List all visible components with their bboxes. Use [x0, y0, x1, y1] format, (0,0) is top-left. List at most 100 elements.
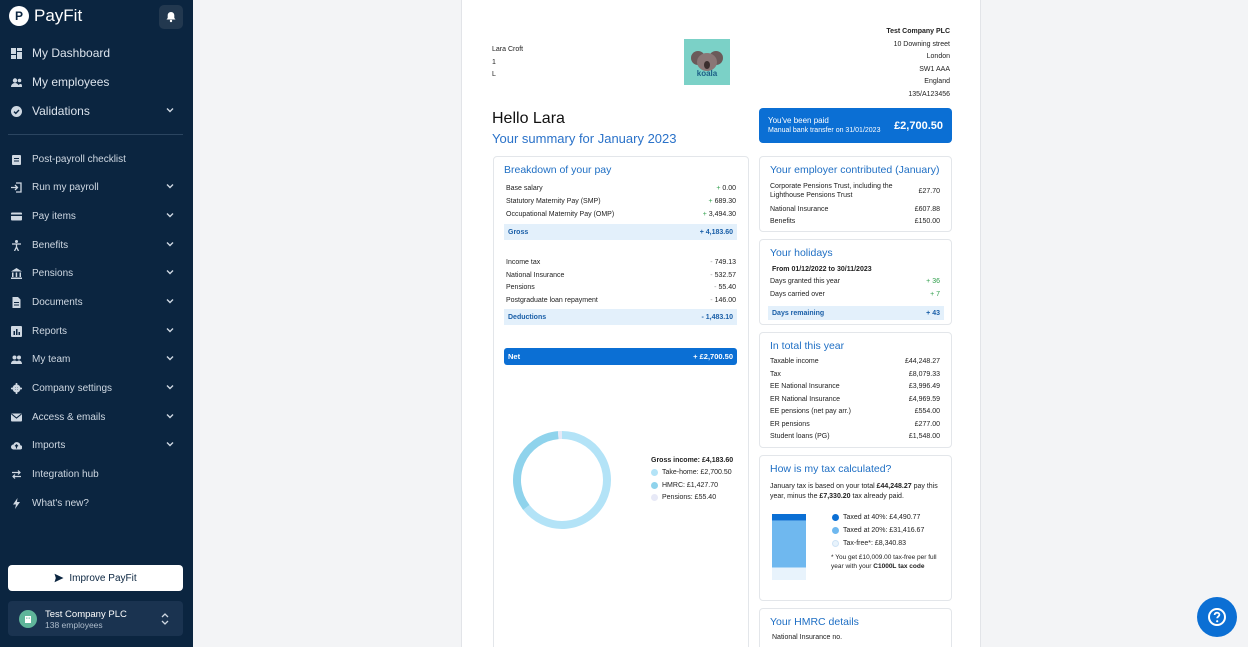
sidebar-item-my-dashboard[interactable]: My Dashboard	[0, 42, 193, 64]
row-value: £3,996.49	[908, 383, 940, 390]
row-value: + 36	[926, 278, 940, 285]
legend-label: Taxed at 20%: £31,416.67	[843, 527, 925, 534]
legend-swatch	[832, 527, 839, 534]
paid-amount: £2,700.50	[894, 120, 943, 132]
tax-bands-bar-chart	[772, 514, 806, 580]
sidebar-item-company-settings[interactable]: Company settings	[0, 377, 193, 399]
sidebar-item-my-employees[interactable]: My employees	[0, 71, 193, 93]
employer-title: Your employer contributed (January)	[770, 164, 940, 176]
row-label: Benefits	[770, 218, 796, 225]
sidebar-divider	[8, 134, 183, 135]
sidebar-item-what-s-new[interactable]: What's new?	[0, 492, 193, 514]
row-label: Days carried over	[770, 290, 825, 298]
company-switcher[interactable]: Test Company PLC 138 employees	[8, 601, 183, 636]
improve-payfit-button[interactable]: Improve PayFit	[8, 565, 183, 591]
company-address-line: London	[926, 53, 950, 60]
company-address-line: 10 Downing street	[893, 40, 950, 48]
legend-label: HMRC: £1,427.70	[662, 481, 719, 489]
earnings-row: Base salary + 0.00	[506, 185, 736, 192]
company-address-line: SW1 AAA	[919, 65, 950, 73]
row-value: £277.00	[914, 420, 940, 428]
deductions-label: Deductions	[508, 313, 547, 321]
tax-legend-item: Tax-free*: £8,340.83	[832, 540, 906, 547]
sidebar-item-imports[interactable]: Imports	[0, 434, 193, 456]
sidebar-item-label: Pensions	[32, 267, 74, 279]
employee-name: Lara Croft	[492, 46, 524, 53]
holidays-card: Your holidays From 01/12/2022 to 30/11/2…	[759, 239, 952, 325]
mail-icon	[11, 412, 22, 423]
hmrc-row: National Insurance no.	[772, 634, 843, 641]
row-amount: 749.13	[714, 259, 736, 266]
row-value: + 7	[930, 290, 940, 298]
row-label: Corporate Pensions Trust, including the …	[770, 183, 893, 199]
sidebar-item-reports[interactable]: Reports	[0, 320, 193, 342]
bolt-icon	[11, 497, 22, 509]
total-year-row: Student loans (PG) £1,548.00	[770, 433, 940, 440]
sidebar-item-pay-items[interactable]: Pay items	[0, 205, 193, 227]
gross-total: Gross + 4,183.60	[504, 224, 737, 240]
sidebar-item-post-payroll-checklist[interactable]: Post-payroll checklist	[0, 148, 193, 170]
chevron-down-icon	[164, 266, 176, 278]
chevron-updown-icon	[161, 613, 169, 625]
document-icon	[11, 296, 22, 308]
paid-subtitle: Manual bank transfer on 31/01/2023	[768, 127, 881, 134]
sidebar-item-label: Access & emails	[32, 411, 106, 423]
chevron-down-icon	[164, 209, 176, 221]
sidebar-item-label: Reports	[32, 325, 68, 337]
employee-address-line: 1	[492, 59, 496, 66]
employer-contribution-card: Your employer contributed (January) Corp…	[759, 156, 952, 232]
sidebar-item-pensions[interactable]: Pensions	[0, 262, 193, 284]
gross-value: + 4,183.60	[699, 228, 733, 236]
row-label: Pensions	[506, 284, 535, 291]
team-icon	[11, 354, 22, 365]
card-icon	[11, 211, 22, 222]
gross-label: Gross	[508, 228, 529, 236]
chevron-down-icon	[164, 410, 176, 422]
payfit-logo[interactable]: P PayFit	[9, 6, 82, 26]
sidebar-item-validations[interactable]: Validations	[0, 100, 193, 122]
total-this-year-card: In total this year Taxable income £44,248…	[759, 332, 952, 448]
sidebar-item-documents[interactable]: Documents	[0, 291, 193, 313]
row-value: £44,248.27	[904, 358, 940, 365]
total-year-row: ER pensions £277.00	[770, 421, 940, 428]
hmrc-details-card: Your HMRC details National Insurance no.	[759, 608, 952, 647]
send-icon	[54, 573, 64, 583]
legend-label: Take-home: £2,700.50	[662, 469, 732, 476]
company-address-line: 135/A123456	[908, 90, 950, 98]
days-remaining: Days remaining + 43	[768, 306, 944, 320]
chevron-down-icon	[164, 324, 176, 336]
row-value: - 55.40	[714, 284, 736, 291]
login-arrow-icon	[11, 181, 22, 193]
total-year-row: Tax £8,079.33	[770, 371, 940, 378]
legend-swatch	[651, 469, 658, 476]
sidebar-item-integration-hub[interactable]: Integration hub	[0, 463, 193, 485]
deduction-row: Income tax - 749.13	[506, 259, 736, 266]
tax-band-bar	[772, 520, 806, 568]
legend-swatch	[832, 514, 839, 521]
row-amount: 55.40	[718, 284, 736, 291]
sidebar-item-label: What's new?	[32, 497, 89, 509]
company-address-line: England	[924, 78, 950, 85]
earnings-row: Occupational Maternity Pay (OMP) + 3,494.…	[506, 211, 736, 218]
sidebar-item-access-emails[interactable]: Access & emails	[0, 406, 193, 428]
help-button[interactable]	[1197, 597, 1237, 637]
tax-legend-item: Taxed at 20%: £31,416.67	[832, 527, 924, 534]
legend-label: Pensions: £55.40	[662, 494, 717, 501]
row-label: ER pensions	[770, 420, 810, 428]
sidebar-item-my-team[interactable]: My team	[0, 348, 193, 370]
row-amount: 3,494.30	[708, 211, 736, 218]
row-value: £607.88	[914, 206, 940, 213]
deduction-row: National Insurance - 532.57	[506, 272, 736, 279]
sidebar-item-benefits[interactable]: Benefits	[0, 234, 193, 256]
notifications-button[interactable]	[159, 5, 183, 29]
row-label: Student loans (PG)	[770, 433, 830, 440]
breakdown-title: Breakdown of your pay	[504, 164, 612, 176]
company-name: Test Company PLC	[45, 609, 127, 620]
sidebar-item-label: Integration hub	[32, 468, 99, 480]
sidebar-item-label: Benefits	[32, 239, 69, 251]
sidebar-item-run-my-payroll[interactable]: Run my payroll	[0, 176, 193, 198]
sidebar-item-label: My team	[32, 353, 71, 365]
company-avatar	[19, 610, 37, 628]
total-year-title: In total this year	[770, 340, 845, 352]
summary-subtitle: Your summary for January 2023	[492, 131, 677, 146]
